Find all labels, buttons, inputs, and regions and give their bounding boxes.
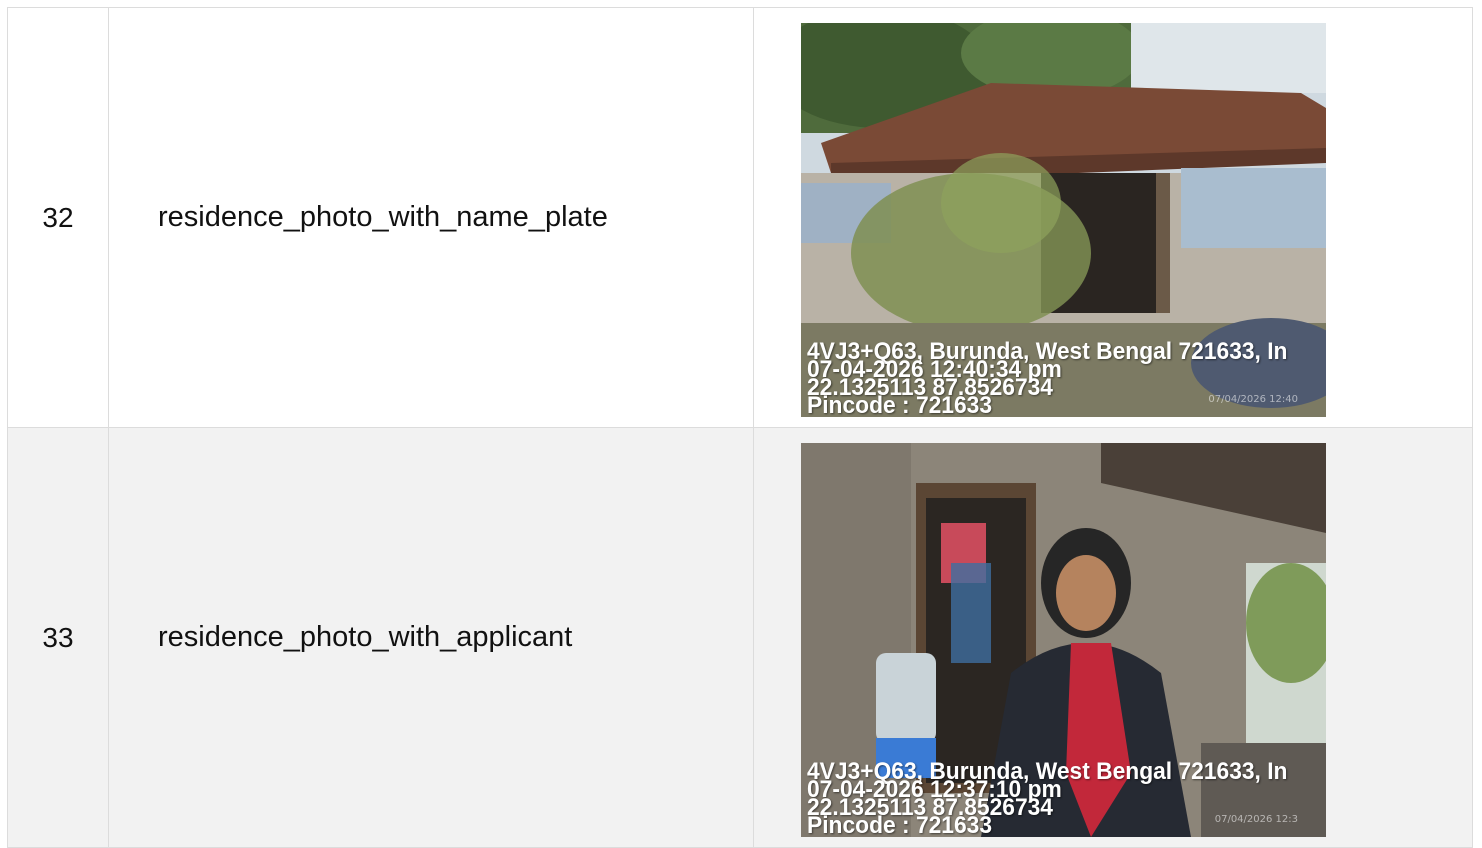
table-row: 32 residence_photo_with_name_plate 4VJ3+… — [7, 8, 1473, 428]
row-label: residence_photo_with_applicant — [109, 428, 754, 847]
photo-timestamp: 07/04/2026 12:3 — [1214, 814, 1298, 825]
photo-table: 32 residence_photo_with_name_plate 4VJ3+… — [7, 7, 1473, 848]
applicant-photo[interactable]: 4VJ3+Q63, Burunda, West Bengal 721633, I… — [801, 443, 1326, 837]
house-photo[interactable]: 4VJ3+Q63, Burunda, West Bengal 721633, I… — [801, 23, 1326, 417]
table-row: 33 residence_photo_with_applicant 4VJ3+Q… — [7, 428, 1473, 848]
row-number: 33 — [8, 428, 109, 847]
row-number: 32 — [8, 8, 109, 427]
photo-cell: 4VJ3+Q63, Burunda, West Bengal 721633, I… — [754, 8, 1472, 427]
photo-timestamp: 07/04/2026 12:40 — [1208, 394, 1298, 405]
row-label: residence_photo_with_name_plate — [109, 8, 754, 427]
photo-cell: 4VJ3+Q63, Burunda, West Bengal 721633, I… — [754, 428, 1472, 847]
